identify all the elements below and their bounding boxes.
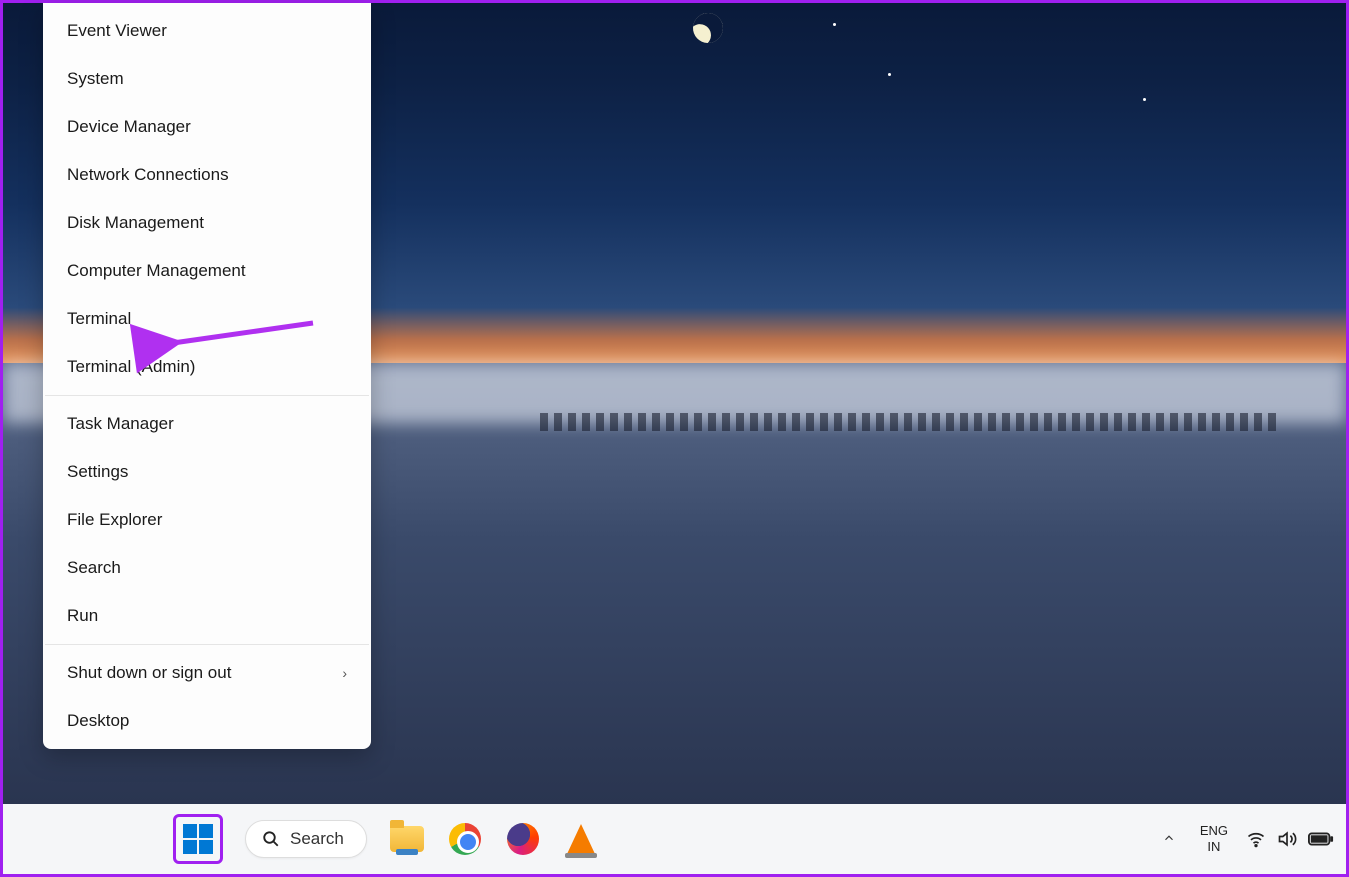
menu-label: Task Manager <box>67 414 174 434</box>
chrome-icon <box>449 823 481 855</box>
star-graphic <box>888 73 891 76</box>
menu-label: Terminal <box>67 309 131 329</box>
menu-label: System <box>67 69 124 89</box>
menu-search[interactable]: Search <box>43 544 371 592</box>
language-indicator[interactable]: ENG IN <box>1200 823 1228 854</box>
menu-label: Run <box>67 606 98 626</box>
taskbar-chrome[interactable] <box>447 821 483 857</box>
chevron-up-icon <box>1162 831 1176 845</box>
speaker-icon <box>1276 829 1298 849</box>
menu-event-viewer[interactable]: Event Viewer <box>43 7 371 55</box>
tray-overflow[interactable] <box>1156 825 1182 854</box>
menu-system[interactable]: System <box>43 55 371 103</box>
menu-run[interactable]: Run <box>43 592 371 640</box>
menu-disk-management[interactable]: Disk Management <box>43 199 371 247</box>
menu-file-explorer[interactable]: File Explorer <box>43 496 371 544</box>
folder-icon <box>390 826 424 852</box>
menu-label: Device Manager <box>67 117 191 137</box>
menu-task-manager[interactable]: Task Manager <box>43 400 371 448</box>
lang-line1: ENG <box>1200 823 1228 839</box>
menu-label: Terminal (Admin) <box>67 357 195 377</box>
star-graphic <box>833 23 836 26</box>
star-graphic <box>1143 98 1146 101</box>
windows-logo-icon <box>183 824 213 854</box>
moon-graphic <box>689 9 727 47</box>
taskbar-search[interactable]: Search <box>245 820 367 858</box>
menu-label: Settings <box>67 462 128 482</box>
menu-label: Desktop <box>67 711 129 731</box>
menu-label: Search <box>67 558 121 578</box>
taskbar-firefox[interactable] <box>505 821 541 857</box>
menu-terminal-admin[interactable]: Terminal (Admin) <box>43 343 371 391</box>
taskbar-vlc[interactable] <box>563 821 599 857</box>
menu-computer-management[interactable]: Computer Management <box>43 247 371 295</box>
menu-device-manager[interactable]: Device Manager <box>43 103 371 151</box>
menu-label: Disk Management <box>67 213 204 233</box>
battery-icon <box>1308 830 1334 848</box>
menu-separator <box>45 644 369 645</box>
chevron-right-icon: › <box>342 665 347 681</box>
menu-label: File Explorer <box>67 510 162 530</box>
menu-network-connections[interactable]: Network Connections <box>43 151 371 199</box>
menu-label: Network Connections <box>67 165 229 185</box>
start-context-menu: Event Viewer System Device Manager Netwo… <box>43 3 371 749</box>
menu-separator <box>45 395 369 396</box>
search-label: Search <box>290 829 344 849</box>
taskbar: Search ENG IN <box>3 804 1346 874</box>
menu-terminal[interactable]: Terminal <box>43 295 371 343</box>
menu-shutdown-signout[interactable]: Shut down or sign out › <box>43 649 371 697</box>
wifi-icon <box>1246 829 1266 849</box>
menu-settings[interactable]: Settings <box>43 448 371 496</box>
lang-line2: IN <box>1200 839 1228 855</box>
menu-label: Event Viewer <box>67 21 167 41</box>
taskbar-file-explorer[interactable] <box>389 821 425 857</box>
search-icon <box>262 830 280 848</box>
system-tray[interactable] <box>1246 829 1334 849</box>
menu-label: Computer Management <box>67 261 246 281</box>
firefox-icon <box>507 823 539 855</box>
menu-label: Shut down or sign out <box>67 663 231 683</box>
menu-desktop[interactable]: Desktop <box>43 697 371 745</box>
start-button[interactable] <box>173 814 223 864</box>
vlc-icon <box>567 824 595 854</box>
treeline-graphic <box>540 413 1279 431</box>
